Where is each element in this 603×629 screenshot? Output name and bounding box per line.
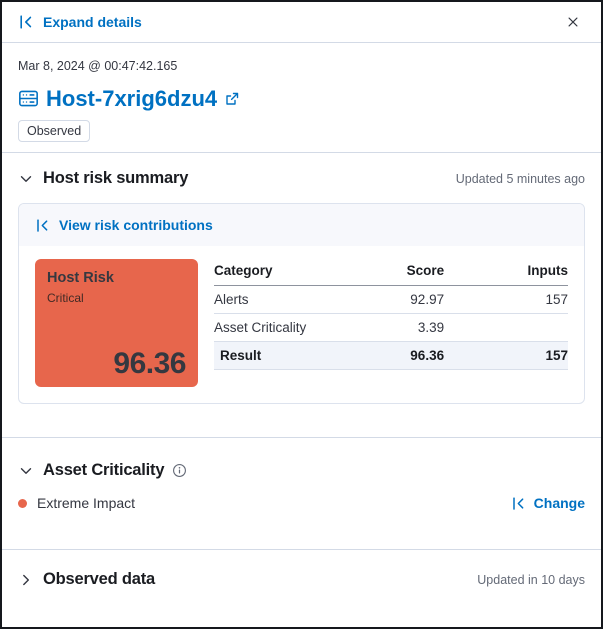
asset-criticality-header: Asset Criticality <box>18 461 585 480</box>
divider <box>2 152 601 153</box>
view-risk-contributions-link[interactable]: View risk contributions <box>19 204 584 246</box>
change-label: Change <box>533 495 585 511</box>
view-risk-contributions-label: View risk contributions <box>59 217 213 233</box>
cell-inputs <box>444 313 568 342</box>
popout-icon[interactable] <box>224 91 240 107</box>
expand-details-label: Expand details <box>43 14 142 30</box>
chevron-right-icon[interactable] <box>18 572 34 588</box>
cell-score: 92.97 <box>355 285 445 314</box>
table-header-row: Category Score Inputs <box>214 259 568 286</box>
section-title-observed-data: Observed data <box>43 570 156 588</box>
cell-inputs: 157 <box>444 285 568 314</box>
chevron-down-icon[interactable] <box>18 463 34 479</box>
col-header-inputs: Inputs <box>444 259 568 286</box>
criticality-value: Extreme Impact <box>37 495 136 511</box>
risk-card-score: 96.36 <box>113 347 186 380</box>
cell-category: Asset Criticality <box>214 313 356 342</box>
observed-data-updated-text: Updated in 10 days <box>477 572 585 587</box>
expand-details-button[interactable]: Expand details <box>18 14 142 30</box>
risk-card-level: Critical <box>47 291 84 305</box>
host-name-link[interactable]: Host-7xrig6dzu4 <box>46 84 217 113</box>
cell-inputs: 157 <box>444 341 568 370</box>
risk-card-title: Host Risk <box>47 270 114 286</box>
divider <box>2 549 601 550</box>
arrow-start-icon <box>511 496 526 511</box>
observed-data-header: Observed data Updated in 10 days <box>18 570 585 589</box>
cell-category: Alerts <box>214 285 356 314</box>
host-risk-card: Host Risk Critical 96.36 <box>35 259 198 387</box>
table-row-asset-criticality: Asset Criticality 3.39 <box>214 313 568 342</box>
risk-summary-updated-text: Updated 5 minutes ago <box>455 171 585 186</box>
col-header-category: Category <box>214 259 356 286</box>
change-criticality-link[interactable]: Change <box>511 495 585 511</box>
close-icon <box>566 15 580 29</box>
event-timestamp: Mar 8, 2024 @ 00:47:42.165 <box>18 59 178 73</box>
cell-score: 3.39 <box>355 313 445 342</box>
section-title-asset-criticality: Asset Criticality <box>43 461 165 479</box>
divider <box>2 437 601 438</box>
arrow-start-icon <box>35 218 50 233</box>
risk-contributions-table: Category Score Inputs Alerts 92.97 157 A… <box>214 259 568 370</box>
close-button[interactable] <box>561 10 585 34</box>
observed-badge: Observed <box>18 120 91 142</box>
host-details-flyout: Expand details Mar 8, 2024 @ 00:47:42.16… <box>0 0 603 629</box>
cell-category: Result <box>214 341 356 370</box>
host-title-row: Host-7xrig6dzu4 <box>18 84 585 113</box>
table-row-alerts: Alerts 92.97 157 <box>214 285 568 314</box>
host-risk-summary-header: Host risk summary Updated 5 minutes ago <box>18 169 585 188</box>
asset-criticality-value-row: Extreme Impact Change <box>18 495 585 511</box>
arrow-start-icon <box>18 14 34 30</box>
info-icon[interactable] <box>172 463 187 478</box>
section-title-host-risk-summary: Host risk summary <box>43 169 189 187</box>
col-header-score: Score <box>355 259 445 286</box>
storage-icon <box>18 88 39 109</box>
chevron-down-icon[interactable] <box>18 171 34 187</box>
badge-row: Observed <box>18 120 585 142</box>
flyout-header: Expand details <box>2 2 601 43</box>
criticality-dot <box>18 498 27 508</box>
table-row-result: Result 96.36 157 <box>214 341 568 370</box>
risk-summary-panel: View risk contributions Host Risk Critic… <box>18 203 585 404</box>
risk-panel-body: Host Risk Critical 96.36 Category Score … <box>19 246 584 403</box>
cell-score: 96.36 <box>355 341 445 370</box>
